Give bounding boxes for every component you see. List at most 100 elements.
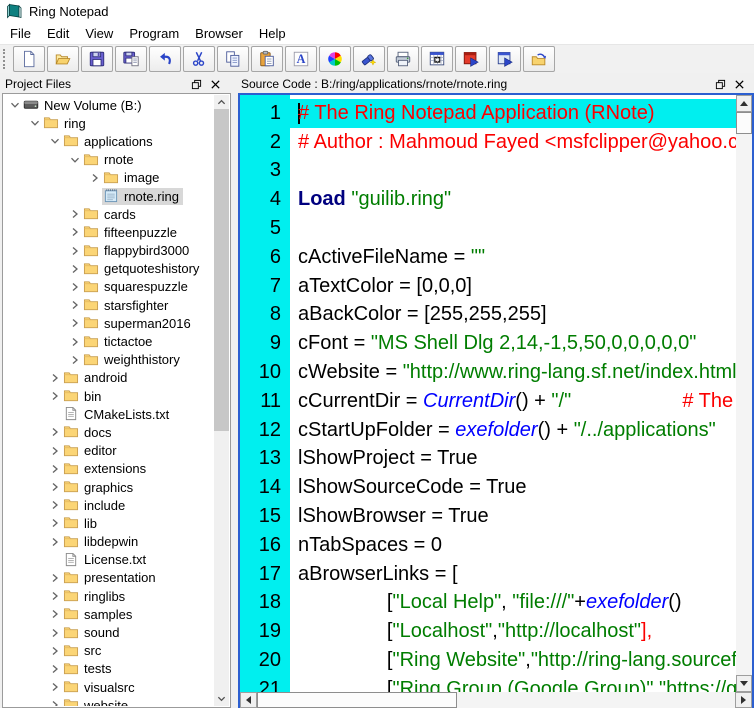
tree-item-body[interactable]: extensions <box>62 460 150 477</box>
code-line-20[interactable]: 20 ["Ring Website","http://ring-lang.sou… <box>240 646 736 675</box>
tree-item-body[interactable]: tictactoe <box>82 333 156 350</box>
editor-vscrollbar-thumb[interactable] <box>736 112 752 134</box>
tree-item-lib[interactable]: lib <box>4 514 214 532</box>
tree-item-samples[interactable]: samples <box>4 605 214 623</box>
tree-item-image[interactable]: image <box>4 169 214 187</box>
tree-item-body[interactable]: ringlibs <box>62 588 129 605</box>
editor-hscrollbar-thumb[interactable] <box>257 692 457 708</box>
tree-item-rnote-ring[interactable]: rnote.ring <box>4 187 214 205</box>
save-file-as-button[interactable] <box>115 46 147 72</box>
float-panel-icon[interactable] <box>713 77 728 91</box>
float-panel-icon[interactable] <box>189 77 204 91</box>
scroll-up-icon[interactable] <box>736 95 752 112</box>
tree-item-license-txt[interactable]: License.txt <box>4 551 214 569</box>
tree-item-body[interactable]: ring <box>42 115 90 132</box>
tree-item-body[interactable]: presentation <box>62 569 160 586</box>
chevron-right-icon[interactable] <box>47 627 62 639</box>
tree-item-body[interactable]: libdepwin <box>62 533 142 550</box>
chevron-down-icon[interactable] <box>27 117 42 129</box>
code-text[interactable]: Load "guilib.ring" <box>290 188 451 211</box>
chevron-right-icon[interactable] <box>47 681 62 693</box>
chevron-right-icon[interactable] <box>47 390 62 402</box>
tree-item-graphics[interactable]: graphics <box>4 478 214 496</box>
chevron-right-icon[interactable] <box>67 354 82 366</box>
code-text[interactable]: cActiveFileName = "" <box>290 246 485 269</box>
tree-item-bin[interactable]: bin <box>4 387 214 405</box>
scroll-down-icon[interactable] <box>736 675 752 692</box>
tree-item-body[interactable]: fifteenpuzzle <box>82 224 181 241</box>
tree-item-body[interactable]: editor <box>62 442 121 459</box>
open-file-button[interactable] <box>47 46 79 72</box>
tree-item-body[interactable]: applications <box>62 133 157 150</box>
chevron-right-icon[interactable] <box>47 590 62 602</box>
tree-item-rnote[interactable]: rnote <box>4 151 214 169</box>
chevron-right-icon[interactable] <box>67 226 82 238</box>
chevron-right-icon[interactable] <box>47 536 62 548</box>
tree-item-body[interactable]: graphics <box>62 479 137 496</box>
tree-item-body[interactable]: lib <box>62 515 101 532</box>
chevron-right-icon[interactable] <box>47 481 62 493</box>
code-text[interactable]: ["Localhost","http://localhost"], <box>290 620 652 643</box>
tree-item-body[interactable]: CMakeLists.txt <box>62 406 173 423</box>
chevron-right-icon[interactable] <box>67 245 82 257</box>
code-editor[interactable]: 1# The Ring Notepad Application (RNote) 2… <box>238 93 754 708</box>
chevron-right-icon[interactable] <box>47 499 62 511</box>
font-button[interactable]: A <box>285 46 317 72</box>
code-line-17[interactable]: 17aBrowserLinks = [ <box>240 560 736 589</box>
chevron-right-icon[interactable] <box>47 517 62 529</box>
colors-button[interactable] <box>319 46 351 72</box>
code-line-11[interactable]: 11cCurrentDir = CurrentDir() + "/" # The… <box>240 387 736 416</box>
code-text[interactable]: cStartUpFolder = exefolder() + "/../appl… <box>290 419 716 442</box>
tree-item-body[interactable]: License.txt <box>62 551 150 568</box>
chevron-right-icon[interactable] <box>47 372 62 384</box>
tree-item-body[interactable]: website <box>62 697 132 706</box>
tree-item-editor[interactable]: editor <box>4 442 214 460</box>
code-line-1[interactable]: 1# The Ring Notepad Application (RNote) <box>240 99 736 128</box>
tree-scrollbar-thumb[interactable] <box>214 109 229 431</box>
code-text[interactable]: ["Local Help", "file:///"+exefolder() <box>290 591 682 614</box>
code-line-10[interactable]: 10cWebsite = "http://www.ring-lang.sf.ne… <box>240 358 736 387</box>
tree-item-sound[interactable]: sound <box>4 623 214 641</box>
tree-item-applications[interactable]: applications <box>4 132 214 150</box>
tree-item-visualsrc[interactable]: visualsrc <box>4 678 214 696</box>
code-line-14[interactable]: 14lShowSourceCode = True <box>240 473 736 502</box>
tree-item-body[interactable]: image <box>102 169 163 186</box>
menu-view[interactable]: View <box>77 24 121 43</box>
tree-item-ringlibs[interactable]: ringlibs <box>4 587 214 605</box>
tree-item-body[interactable]: rnote <box>82 151 138 168</box>
close-panel-icon[interactable] <box>208 77 223 91</box>
save-file-button[interactable] <box>81 46 113 72</box>
code-line-5[interactable]: 5 <box>240 214 736 243</box>
code-text[interactable]: cWebsite = "http://www.ring-lang.sf.net/… <box>290 361 736 384</box>
run-app-button[interactable] <box>489 46 521 72</box>
copy-button[interactable] <box>217 46 249 72</box>
tree-item-tictactoe[interactable]: tictactoe <box>4 332 214 350</box>
scroll-up-icon[interactable] <box>214 95 229 110</box>
tree-item-presentation[interactable]: presentation <box>4 569 214 587</box>
chevron-right-icon[interactable] <box>67 336 82 348</box>
undo-button[interactable] <box>149 46 181 72</box>
run-console-button[interactable] <box>421 46 453 72</box>
code-text[interactable]: aTextColor = [0,0,0] <box>290 275 472 298</box>
tree-item-body[interactable]: tests <box>62 660 115 677</box>
code-text[interactable]: aBrowserLinks = [ <box>290 563 458 586</box>
code-line-3[interactable]: 3 <box>240 157 736 186</box>
chevron-right-icon[interactable] <box>67 317 82 329</box>
cut-button[interactable] <box>183 46 215 72</box>
code-line-16[interactable]: 16nTabSpaces = 0 <box>240 531 736 560</box>
tree-item-docs[interactable]: docs <box>4 423 214 441</box>
chevron-right-icon[interactable] <box>47 699 62 706</box>
tree-item-tests[interactable]: tests <box>4 660 214 678</box>
tree-item-body[interactable]: samples <box>62 606 136 623</box>
code-text[interactable]: # The Ring Notepad Application (RNote) <box>290 102 655 125</box>
tree-item-android[interactable]: android <box>4 369 214 387</box>
tree-item-website[interactable]: website <box>4 696 214 706</box>
print-button[interactable] <box>387 46 419 72</box>
tree-item-starsfighter[interactable]: starsfighter <box>4 296 214 314</box>
chevron-right-icon[interactable] <box>47 463 62 475</box>
chevron-down-icon[interactable] <box>7 99 22 111</box>
scroll-down-icon[interactable] <box>214 691 229 706</box>
tree-item-body[interactable]: include <box>62 497 129 514</box>
chevron-down-icon[interactable] <box>67 154 82 166</box>
menu-edit[interactable]: Edit <box>39 24 77 43</box>
